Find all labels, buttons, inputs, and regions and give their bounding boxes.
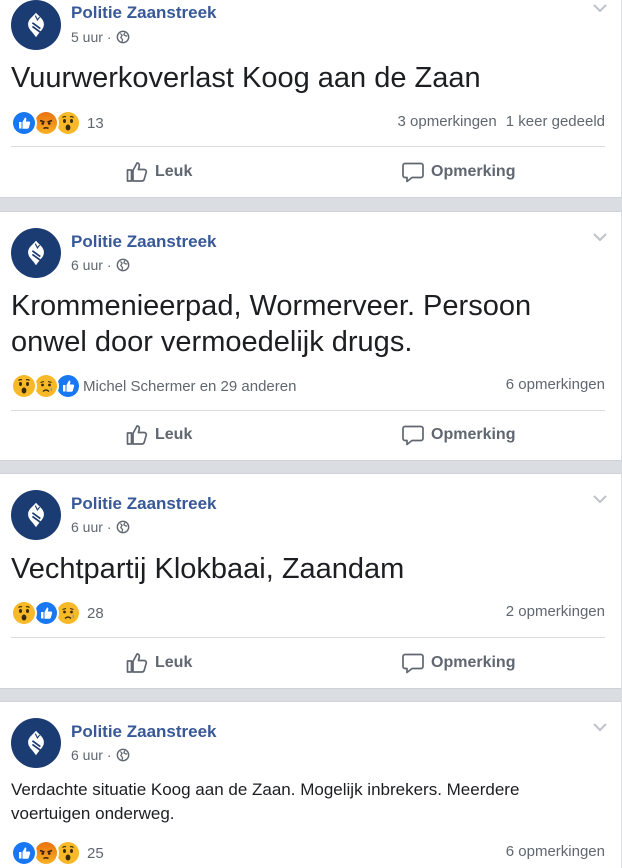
like-button-label: Leuk bbox=[155, 163, 193, 180]
police-logo-icon bbox=[18, 7, 54, 43]
police-logo-icon bbox=[18, 235, 54, 271]
post-title-line-2: onwel door vermoedelijk drugs. bbox=[11, 326, 413, 358]
comments-count-link[interactable]: 6 opmerkingen bbox=[506, 376, 605, 393]
comments-count-link[interactable]: 2 opmerkingen bbox=[506, 603, 605, 620]
wow-reaction-icon bbox=[11, 373, 37, 399]
chevron-down-icon[interactable] bbox=[593, 722, 607, 732]
like-button[interactable]: Leuk bbox=[125, 651, 192, 675]
post-timestamp[interactable]: 6 uur bbox=[71, 747, 103, 763]
comment-icon bbox=[401, 423, 425, 447]
like-reaction-icon bbox=[11, 840, 37, 866]
reaction-count: 13 bbox=[87, 114, 104, 132]
page-avatar[interactable] bbox=[11, 0, 61, 50]
post-card: Politie Zaanstreek 5 uur · Vuurwerkoverl… bbox=[0, 0, 621, 198]
post-card: Politie Zaanstreek 6 uur · Vechtpartij K… bbox=[0, 473, 621, 689]
page-name-link[interactable]: Politie Zaanstreek bbox=[71, 494, 217, 514]
divider bbox=[11, 146, 605, 147]
reaction-summary[interactable]: 25 bbox=[11, 840, 104, 866]
comment-button-label: Opmerking bbox=[431, 163, 516, 180]
post-timestamp[interactable]: 6 uur bbox=[71, 257, 103, 273]
divider bbox=[11, 410, 605, 411]
like-button[interactable]: Leuk bbox=[125, 160, 192, 184]
reaction-count: 28 bbox=[87, 604, 104, 622]
page-name-link[interactable]: Politie Zaanstreek bbox=[71, 3, 217, 23]
comment-icon bbox=[401, 160, 425, 184]
reaction-names: Michel Schermer en 29 anderen bbox=[83, 377, 297, 395]
meta-dot: · bbox=[106, 257, 112, 273]
like-button[interactable]: Leuk bbox=[125, 423, 192, 447]
chevron-down-icon[interactable] bbox=[593, 232, 607, 242]
reaction-summary[interactable]: 13 bbox=[11, 110, 104, 136]
wow-reaction-icon bbox=[11, 600, 37, 626]
like-button-label: Leuk bbox=[155, 654, 193, 671]
post-card: Politie Zaanstreek 6 uur · Verdachte sit… bbox=[0, 701, 621, 868]
comment-button-label: Opmerking bbox=[431, 426, 516, 443]
page-name-link[interactable]: Politie Zaanstreek bbox=[71, 722, 217, 742]
post-meta: 5 uur · bbox=[71, 29, 130, 45]
comment-button[interactable]: Opmerking bbox=[401, 423, 515, 447]
meta-dot: · bbox=[106, 29, 112, 45]
comment-button[interactable]: Opmerking bbox=[401, 651, 515, 675]
comments-count-link[interactable]: 6 opmerkingen bbox=[506, 843, 605, 860]
post-meta: 6 uur · bbox=[71, 747, 130, 763]
post-title-line-1: Krommenieerpad, Wormerveer. Persoon bbox=[11, 290, 532, 322]
post-card: Politie Zaanstreek 6 uur · Krommenieerpa… bbox=[0, 211, 621, 461]
post-stats: 6 opmerkingen bbox=[506, 843, 605, 860]
thumbs-up-icon bbox=[125, 651, 149, 675]
like-button-label: Leuk bbox=[155, 426, 193, 443]
post-stats: 2 opmerkingen bbox=[506, 603, 605, 620]
post-title: Vuurwerkoverlast Koog aan de Zaan bbox=[11, 62, 481, 94]
comments-count-link[interactable]: 3 opmerkingen bbox=[398, 113, 497, 130]
police-logo-icon bbox=[18, 497, 54, 533]
post-meta: 6 uur · bbox=[71, 519, 130, 535]
post-timestamp[interactable]: 5 uur bbox=[71, 29, 103, 45]
page-name-link[interactable]: Politie Zaanstreek bbox=[71, 232, 217, 252]
chevron-down-icon[interactable] bbox=[593, 3, 607, 13]
post-stats: 3 opmerkingen 1 keer gedeeld bbox=[398, 113, 605, 130]
reaction-count: 25 bbox=[87, 844, 104, 862]
post-stats: 6 opmerkingen bbox=[506, 376, 605, 393]
post-meta: 6 uur · bbox=[71, 257, 130, 273]
globe-icon bbox=[116, 748, 130, 762]
reaction-summary[interactable]: 28 bbox=[11, 600, 104, 626]
post-timestamp[interactable]: 6 uur bbox=[71, 519, 103, 535]
thumbs-up-icon bbox=[125, 160, 149, 184]
page-avatar[interactable] bbox=[11, 490, 61, 540]
page-avatar[interactable] bbox=[11, 228, 61, 278]
chevron-down-icon[interactable] bbox=[593, 494, 607, 504]
meta-dot: · bbox=[106, 747, 112, 763]
like-reaction-icon bbox=[11, 110, 37, 136]
comment-button-label: Opmerking bbox=[431, 654, 516, 671]
globe-icon bbox=[116, 30, 130, 44]
post-body: Verdachte situatie Koog aan de Zaan. Mog… bbox=[11, 780, 520, 823]
police-logo-icon bbox=[18, 725, 54, 761]
comment-icon bbox=[401, 651, 425, 675]
shares-count-link[interactable]: 1 keer gedeeld bbox=[506, 113, 605, 130]
meta-dot: · bbox=[106, 519, 112, 535]
page-avatar[interactable] bbox=[11, 718, 61, 768]
globe-icon bbox=[116, 520, 130, 534]
reaction-summary[interactable]: Michel Schermer en 29 anderen bbox=[11, 373, 296, 399]
thumbs-up-icon bbox=[125, 423, 149, 447]
globe-icon bbox=[116, 258, 130, 272]
comment-button[interactable]: Opmerking bbox=[401, 160, 515, 184]
divider bbox=[11, 637, 605, 638]
post-title: Vechtpartij Klokbaai, Zaandam bbox=[11, 553, 405, 585]
